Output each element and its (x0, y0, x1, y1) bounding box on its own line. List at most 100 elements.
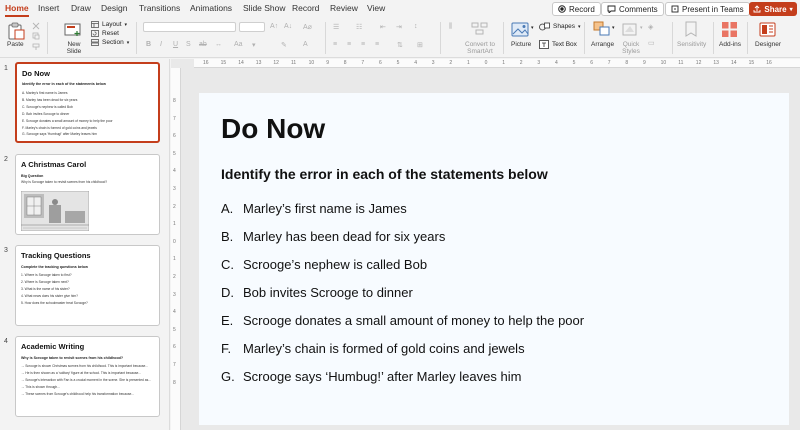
slide-thumbnail-4[interactable]: Academic Writing Why is Scrooge taken to… (15, 336, 160, 417)
underline-icon[interactable]: U (173, 41, 178, 48)
horizontal-ruler[interactable]: 16 15 14 13 12 11 10 9 8 7 6 5 4 3 2 1 0 1 2 3 4 5 6 7 8 9 10 11 12 1… (194, 59, 800, 68)
tab-draw[interactable]: Draw (71, 3, 91, 13)
cut-icon[interactable] (32, 22, 40, 30)
arrange-icon[interactable] (593, 21, 611, 37)
bullets-icon[interactable]: ☰ (333, 23, 339, 31)
numbering-icon[interactable]: ☷ (356, 23, 362, 31)
slide-subtitle[interactable]: Identify the error in each of the statem… (221, 166, 548, 182)
align-right-icon[interactable]: ≡ (361, 41, 365, 48)
font-color-icon[interactable]: A (303, 41, 308, 48)
slide-number: 3 (4, 247, 8, 254)
add-ins-icon[interactable] (721, 21, 738, 38)
tab-record[interactable]: Record (292, 3, 319, 13)
slide-thumbnail-3[interactable]: Tracking Questions Complete the tracking… (15, 245, 160, 326)
smartart-icon[interactable] (471, 21, 489, 35)
designer-label[interactable]: Designer (755, 41, 781, 48)
font-name-combobox[interactable] (143, 22, 236, 32)
tab-design[interactable]: Design (101, 3, 127, 13)
ruler-tick-label: 13 (713, 60, 719, 66)
font-size-combobox[interactable] (239, 22, 265, 32)
ruler-tick-label: 5 (396, 60, 400, 66)
character-spacing-icon[interactable]: ↔ (215, 41, 222, 48)
tab-view[interactable]: View (367, 3, 385, 13)
shape-outline-icon[interactable]: ▭ (648, 39, 655, 47)
picture-icon[interactable] (511, 22, 529, 37)
format-painter-icon[interactable] (32, 43, 40, 51)
list-item: F. Marley's chain is formed of gold coin… (22, 125, 97, 130)
italic-icon[interactable]: I (160, 41, 162, 48)
vertical-ruler[interactable]: 8 7 6 5 4 3 2 1 0 1 2 3 4 5 6 7 8 (171, 68, 181, 430)
convert-smartart-label[interactable]: Convert to SmartArt (462, 41, 498, 55)
tab-review[interactable]: Review (330, 3, 358, 13)
quick-styles-icon[interactable] (621, 22, 639, 37)
increase-indent-icon[interactable]: ⇥ (396, 23, 402, 31)
sensitivity-label[interactable]: Sensitivity (677, 41, 706, 48)
ruler-tick-label: 12 (695, 60, 702, 66)
reset-button[interactable]: Reset (91, 30, 129, 37)
ruler-tick-label: 3 (537, 60, 541, 66)
ruler-tick-label: 3 (173, 186, 176, 192)
new-slide-icon[interactable] (64, 22, 82, 38)
add-ins-label[interactable]: Add-ins (719, 41, 741, 48)
align-center-icon[interactable]: ≡ (347, 41, 351, 48)
present-in-teams-button[interactable]: Present in Teams (665, 2, 750, 16)
thumbnail-body: → Scrooge is shown Christmas scenes from… (21, 363, 151, 398)
paste-label[interactable]: Paste (7, 41, 24, 48)
ruler-tick-label: 8 (173, 98, 176, 104)
picture-label[interactable]: Picture (511, 41, 531, 48)
list-item-text: Marley’s first name is James (243, 201, 407, 216)
align-left-icon[interactable]: ≡ (333, 41, 337, 48)
record-button[interactable]: Record (552, 2, 601, 16)
list-item: → Scrooge is shown Christmas scenes from… (21, 364, 149, 368)
section-button[interactable]: Section ▾ (91, 39, 129, 46)
comments-button[interactable]: Comments (601, 2, 664, 16)
arrange-label[interactable]: Arrange (591, 41, 614, 48)
slide-thumbnail-1[interactable]: Do Now Identify the error in each of the… (15, 62, 160, 143)
ruler-tick-label: 7 (173, 115, 176, 122)
align-text-icon[interactable]: ⊞ (417, 41, 423, 49)
ruler-tick-label: 14 (238, 60, 244, 66)
copy-icon[interactable] (32, 32, 40, 40)
layout-button[interactable]: Layout ▾ (91, 21, 129, 28)
highlight-icon[interactable]: ✎ (281, 41, 287, 49)
shape-fill-icon[interactable]: ◈ (648, 23, 653, 31)
ruler-tick-label: 12 (273, 60, 279, 66)
list-item-text: Bob invites Scrooge to dinner (243, 285, 413, 300)
thumbnail-subtitle: Complete the tracking questions below (21, 265, 88, 269)
slide-thumbnail-2[interactable]: A Christmas Carol Big Question Why is Sc… (15, 154, 160, 235)
decrease-indent-icon[interactable]: ⇤ (380, 23, 386, 31)
new-slide-label[interactable]: New Slide (64, 41, 84, 55)
columns-icon[interactable]: ⫼ (449, 23, 452, 31)
list-item: B. Marley has been dead for six years (22, 97, 78, 102)
strikethrough-icon[interactable]: ab (199, 41, 207, 48)
ruler-tick-label: 11 (291, 60, 297, 66)
tab-insert[interactable]: Insert (38, 3, 59, 13)
slide-title[interactable]: Do Now (221, 113, 325, 145)
list-item: C. Scrooge’s nephew is called Bob (221, 257, 584, 285)
shapes-button[interactable]: Shapes ▾ (539, 22, 581, 31)
justify-icon[interactable]: ≡ (375, 41, 379, 48)
bold-icon[interactable]: B (146, 41, 151, 48)
ruler-tick-label: 0 (173, 238, 176, 245)
tab-home[interactable]: Home (5, 3, 29, 17)
designer-icon[interactable] (759, 21, 776, 38)
increase-font-icon[interactable]: A↑ (270, 23, 278, 30)
clear-formatting-icon[interactable]: A⌀ (303, 23, 312, 31)
text-box-button[interactable]: Text Box (539, 40, 577, 49)
share-button[interactable]: Share ▾ (749, 2, 797, 16)
slide-canvas[interactable]: Do Now Identify the error in each of the… (199, 93, 789, 425)
sensitivity-icon[interactable] (683, 21, 699, 37)
decrease-font-icon[interactable]: A↓ (284, 23, 292, 30)
slide-body[interactable]: A. Marley’s first name is James B. Marley … (221, 201, 584, 397)
quick-styles-label[interactable]: Quick Styles (617, 41, 645, 55)
text-direction-icon[interactable]: ⇅ (397, 41, 403, 49)
tab-animations[interactable]: Animations (190, 3, 232, 13)
tab-transitions[interactable]: Transitions (139, 3, 180, 13)
list-item-text: Marley’s chain is formed of gold coins a… (243, 341, 525, 356)
line-spacing-icon[interactable]: ↕ (414, 23, 418, 30)
chevron-down-icon: ▾ (640, 25, 643, 31)
shadow-icon[interactable]: S (186, 41, 191, 48)
clipboard-icon[interactable] (7, 22, 25, 40)
change-case-icon[interactable]: Aa (234, 41, 243, 48)
tab-slide-show[interactable]: Slide Show (243, 3, 286, 13)
